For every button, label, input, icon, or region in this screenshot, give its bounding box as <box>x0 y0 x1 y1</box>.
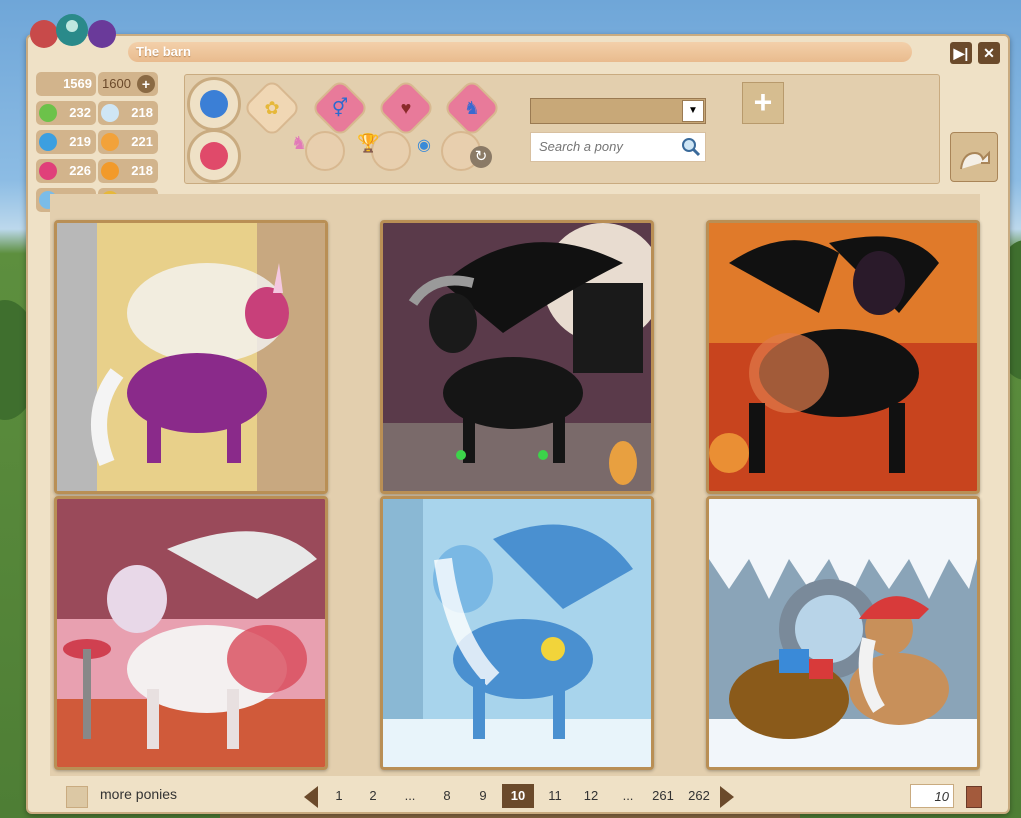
pony-portrait-5 <box>383 499 651 767</box>
shell-icon <box>101 133 119 151</box>
page-ellipsis: ... <box>404 788 416 803</box>
stat-value: 232 <box>69 105 91 120</box>
more-ponies-checkbox[interactable] <box>66 786 88 808</box>
filter-breed-button[interactable]: ♞ <box>442 78 502 138</box>
add-folder-button[interactable]: + <box>742 82 784 124</box>
page-link-current[interactable]: 10 <box>502 784 534 808</box>
page-ellipsis: ... <box>622 788 634 803</box>
stat-value: 226 <box>69 163 91 178</box>
stat-value: 219 <box>69 134 91 149</box>
heart-ring-icon: ♥ <box>400 98 412 118</box>
currency-secondary: 1600 + <box>98 72 158 96</box>
currency-primary: 1569 <box>36 72 96 96</box>
pony-card-5[interactable] <box>380 496 654 770</box>
gender-icon: ⚥ <box>331 98 349 118</box>
filter-unicorn-button[interactable]: ♞ <box>291 131 345 171</box>
stat-cloud: 218 <box>98 101 158 125</box>
grid-footer: more ponies 1 2 ... 8 9 10 11 12 ... 261… <box>28 780 1008 812</box>
page-link[interactable]: 11 <box>542 784 568 808</box>
stat-paw: 218 <box>98 159 158 183</box>
refresh-button[interactable]: ↻ <box>470 146 492 168</box>
stat-shell: 221 <box>98 130 158 154</box>
per-page-input[interactable]: 10 <box>910 784 954 808</box>
trophy-icon: 🏆 <box>357 133 380 153</box>
cloud-icon <box>101 104 119 122</box>
apple-icon <box>39 104 57 122</box>
stat-value: 218 <box>131 163 153 178</box>
stat-droplets: 219 <box>36 130 96 154</box>
game-logo-icon <box>30 14 116 48</box>
currency-primary-value: 1569 <box>63 76 92 91</box>
window-title: The barn <box>136 44 191 59</box>
filter-toolbar: ✿ ⚥ ♥ ♞ ♞ 🏆 ◉ <box>184 74 940 184</box>
pony-card-1[interactable] <box>54 220 328 494</box>
folder-view-button[interactable] <box>187 77 241 131</box>
search-box <box>530 132 706 162</box>
pony-card-3[interactable] <box>706 220 980 494</box>
favorites-button[interactable] <box>187 129 241 183</box>
search-icon[interactable] <box>681 137 701 157</box>
stat-heart: 226 <box>36 159 96 183</box>
collapse-button[interactable]: ▶| <box>950 42 972 64</box>
page-link[interactable]: 262 <box>684 784 714 808</box>
search-input[interactable] <box>537 138 681 155</box>
pony-folder-icon <box>960 150 990 170</box>
pony-grid <box>50 194 980 776</box>
paw-icon <box>101 162 119 180</box>
page-link[interactable]: 9 <box>470 784 496 808</box>
next-page-arrow-icon[interactable] <box>720 786 734 808</box>
pony-portrait-1 <box>57 223 325 491</box>
pony-pair-icon: ♞ <box>463 98 481 118</box>
pony-card-4[interactable] <box>54 496 328 770</box>
eye-icon: ◉ <box>417 137 431 154</box>
droplets-icon <box>39 133 57 151</box>
pony-portrait-4 <box>57 499 325 767</box>
chevron-down-icon[interactable]: ▼ <box>682 100 704 122</box>
page-link[interactable]: 8 <box>434 784 460 808</box>
currency-secondary-value: 1600 <box>102 76 131 91</box>
title-bar: The barn <box>128 42 912 62</box>
trash-icon[interactable] <box>966 786 982 808</box>
heart-icon <box>39 162 57 180</box>
unicorn-icon: ♞ <box>291 133 308 153</box>
page-link[interactable]: 261 <box>648 784 678 808</box>
pony-card-6[interactable] <box>706 496 980 770</box>
add-currency-button[interactable]: + <box>137 75 155 93</box>
page-link[interactable]: 2 <box>360 784 386 808</box>
filter-love-button[interactable]: ♥ <box>376 78 436 138</box>
prev-page-arrow-icon[interactable] <box>304 786 318 808</box>
flower-icon: ✿ <box>264 98 280 118</box>
page-link[interactable]: 12 <box>578 784 604 808</box>
folder-select[interactable]: ▼ <box>530 98 706 124</box>
pony-card-2[interactable] <box>380 220 654 494</box>
pony-portrait-2 <box>383 223 651 491</box>
star-icon <box>200 142 228 170</box>
stat-value: 221 <box>131 134 153 149</box>
stat-value: 218 <box>131 105 153 120</box>
pony-portrait-3 <box>709 223 977 491</box>
barn-window: The barn ▶| ✕ 1569 1600 + 232 218 219 221… <box>26 14 1010 814</box>
filter-coat-button[interactable]: ✿ <box>242 78 302 138</box>
stat-apple: 232 <box>36 101 96 125</box>
pony-portrait-6 <box>709 499 977 767</box>
move-pony-folder-button[interactable] <box>950 132 998 182</box>
close-button[interactable]: ✕ <box>978 42 1000 64</box>
filter-trophy-button[interactable]: 🏆 <box>357 131 411 171</box>
filter-gender-button[interactable]: ⚥ <box>310 78 370 138</box>
page-link[interactable]: 1 <box>326 784 352 808</box>
star-folder-icon <box>200 90 228 118</box>
more-ponies-label: more ponies <box>100 786 178 802</box>
